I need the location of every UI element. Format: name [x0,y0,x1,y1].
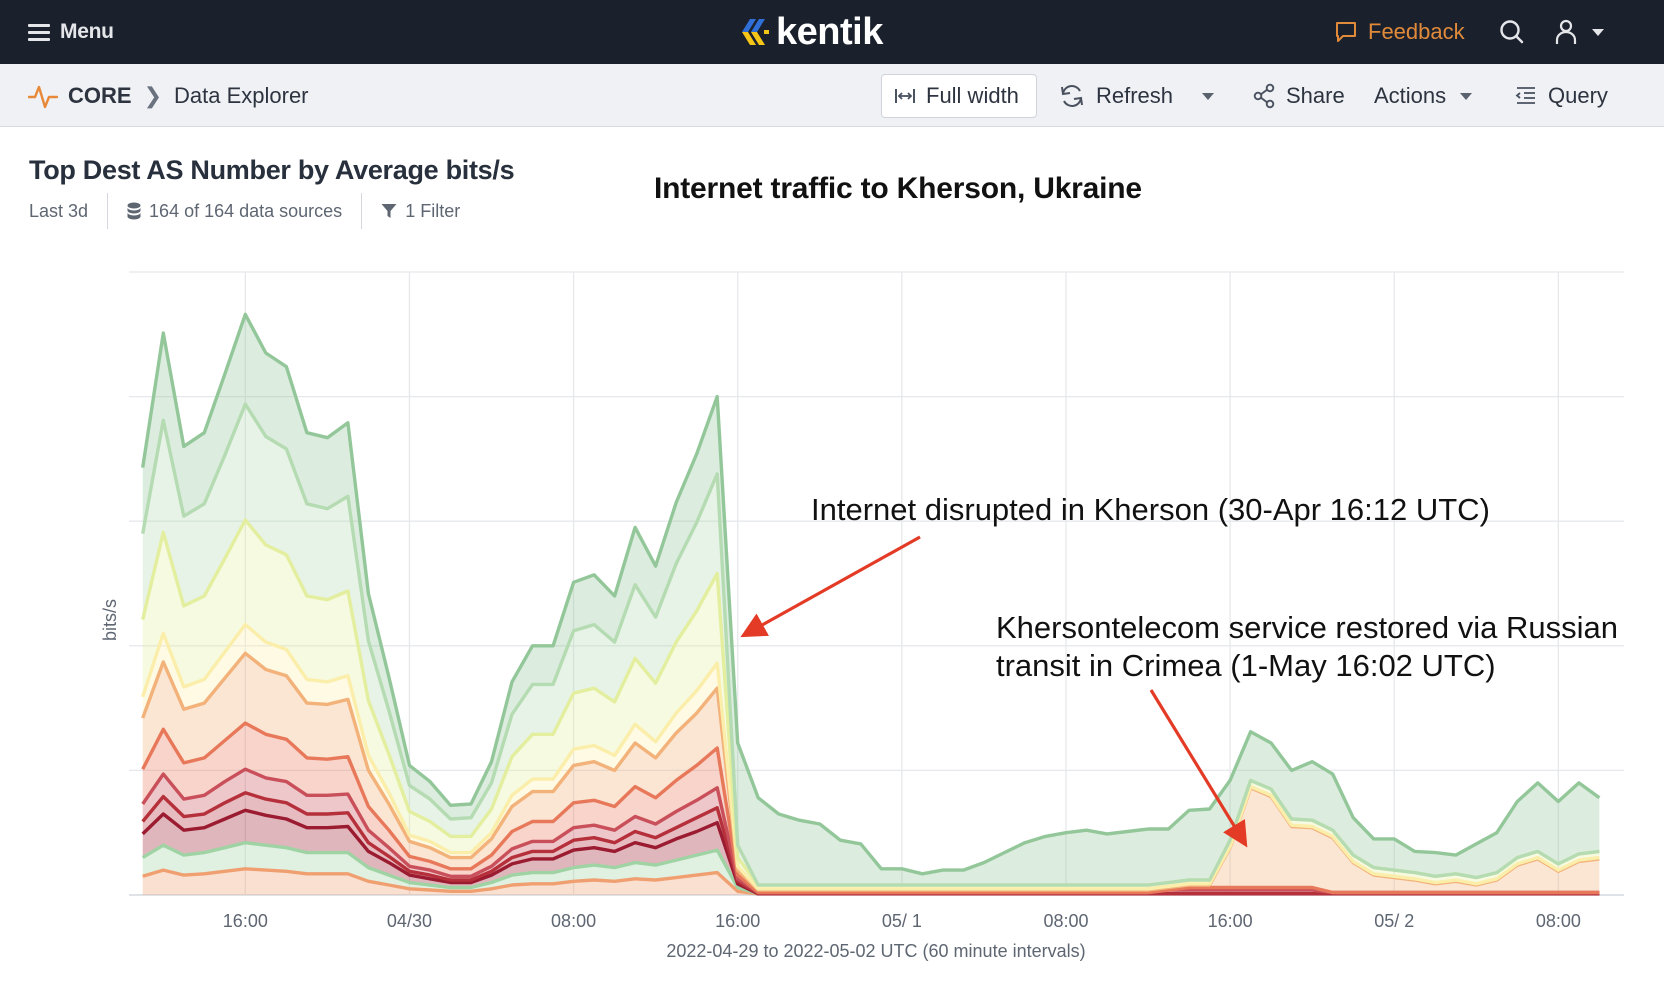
stacked-area-chart: 16:00 04/30 08:00 16:00 05/ 1 08:00 16:00 05/ 2… [100,271,1624,961]
x-tick-label: 08:00 [1536,911,1581,931]
x-tick-label: 05/ 1 [882,911,922,931]
x-tick-label: 16:00 [223,911,268,931]
series-areas [142,314,1600,895]
annotation-disruption-arrow [740,535,921,638]
x-tick-label: 04/30 [387,911,432,931]
annotation-disruption-text: Internet disrupted in Kherson (30-Apr 16… [811,492,1490,527]
x-axis-title: 2022-04-29 to 2022-05-02 UTC (60 minute … [666,941,1085,961]
x-tick-label: 08:00 [551,911,596,931]
annotation-restored-text-line1: Khersontelecom service restored via Russ… [996,610,1618,645]
x-tick-label: 16:00 [715,911,760,931]
x-axis-ticks: 16:00 04/30 08:00 16:00 05/ 1 08:00 16:00 05/ 2… [223,911,1581,931]
y-axis-title: bits/s [100,599,120,641]
x-tick-label: 08:00 [1043,911,1088,931]
annotation-restored-text-line2: transit in Crimea (1-May 16:02 UTC) [996,648,1496,683]
x-tick-label: 16:00 [1208,911,1253,931]
x-tick-label: 05/ 2 [1374,911,1414,931]
